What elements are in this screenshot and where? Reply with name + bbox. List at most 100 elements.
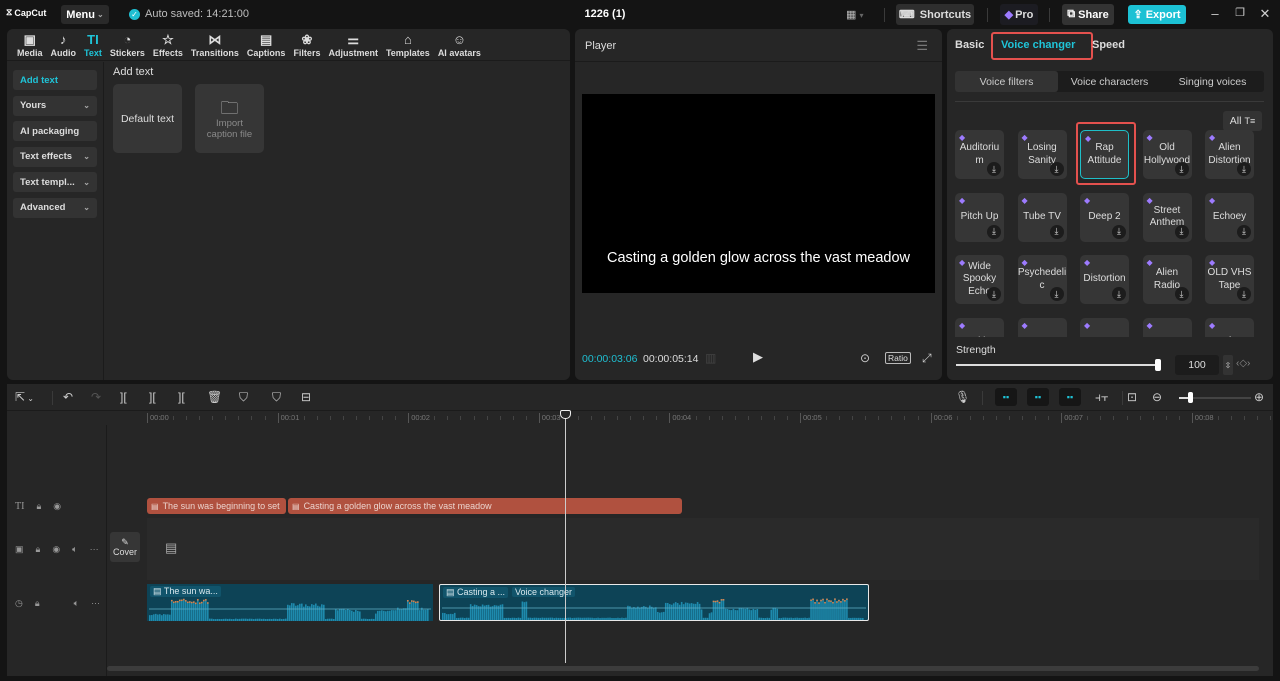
layout-button[interactable]: ▦ ▾	[846, 8, 863, 21]
voice-filter-item[interactable]: ◆ Losing Sanity ⤓	[1017, 130, 1067, 179]
strength-input[interactable]: 100	[1175, 355, 1219, 375]
subnav-advanced[interactable]: Advanced ⌄	[13, 197, 97, 218]
split-left-icon[interactable]: ][	[149, 390, 156, 404]
split-right-icon[interactable]: ][	[178, 390, 185, 404]
time-ruler[interactable]: 00:00 00:01 00:02 00:03 00:04 00:05 00:06 00:07…	[147, 411, 1273, 425]
voice-filter-item[interactable]: ◆ Old Hollywood ⤓	[1142, 130, 1192, 179]
voice-filter-item[interactable]: ◆	[1017, 317, 1067, 337]
menu-button[interactable]: Menu ⌄	[61, 5, 109, 24]
voice-filter-item[interactable]: ◆ Auditoriu m ⤓	[955, 130, 1004, 179]
download-icon[interactable]: ⤓	[1174, 224, 1189, 239]
default-text-card[interactable]: Default text	[113, 84, 182, 153]
voice-filter-item[interactable]: ◆ Interferen	[1205, 317, 1254, 337]
voice-filter-item[interactable]: ◆ Alien Distortion ⤓	[1205, 130, 1254, 179]
text-clip[interactable]: ▤ The sun was beginning to set	[147, 498, 286, 514]
tab-media[interactable]: ▣ Media	[13, 29, 47, 61]
restore-button[interactable]: ❐	[1230, 6, 1250, 19]
download-icon[interactable]: ⤓	[1112, 287, 1126, 301]
download-icon[interactable]: ⤓	[1237, 224, 1251, 239]
voice-filter-item[interactable]: ◆ Alien Radio ⤓	[1142, 255, 1192, 304]
download-icon[interactable]: ⤓	[987, 162, 1001, 176]
keyframe-icon[interactable]: ‹◇›	[1236, 358, 1250, 369]
export-button[interactable]: ⇪ Export	[1128, 5, 1186, 24]
subnav-ai-packaging[interactable]: AI packaging	[13, 121, 97, 141]
shield-icon[interactable]: ⛉	[272, 390, 281, 405]
voice-filter-item[interactable]: ◆ Echoey ⤓	[1205, 192, 1254, 242]
main-video-track[interactable]: ▤	[147, 518, 1259, 580]
shortcuts-button[interactable]: ⌨ Shortcuts	[896, 4, 974, 25]
tab-stickers[interactable]: ◔ Stickers	[106, 29, 149, 61]
delete-icon[interactable]: 🗑	[207, 390, 222, 404]
tab-speed[interactable]: Speed	[1092, 39, 1125, 51]
import-caption-card[interactable]: 🗀 Import caption file	[195, 84, 264, 153]
timeline-scrollbar[interactable]	[107, 666, 1259, 671]
tab-captions[interactable]: ▤ Captions	[243, 29, 290, 61]
download-icon[interactable]: ⤓	[1174, 287, 1189, 301]
download-icon[interactable]: ⤓	[1049, 162, 1064, 176]
lock-icon[interactable]: 🔒︎	[36, 501, 41, 512]
subnav-add-text[interactable]: Add text	[13, 70, 97, 90]
subnav-text-templates[interactable]: Text templ... ⌄	[13, 172, 97, 192]
undo-icon[interactable]: ↶	[63, 390, 73, 404]
main-track-magnet-icon[interactable]: ▪▪	[995, 388, 1017, 406]
hamburger-menu-icon[interactable]: ☰	[916, 38, 928, 54]
download-icon[interactable]: ⤓	[987, 287, 1001, 301]
subnav-text-effects[interactable]: Text effects ⌄	[13, 146, 97, 167]
filter-all-button[interactable]: All T≡	[1223, 111, 1262, 131]
eye-icon[interactable]: ◉	[52, 544, 60, 555]
voice-filter-item[interactable]: ◆ Distortion ⤓	[1080, 255, 1129, 304]
download-icon[interactable]: ⤓	[1049, 224, 1064, 239]
zoom-in-icon[interactable]: ⊕	[1254, 390, 1264, 404]
voice-filter-item[interactable]: ◆	[1142, 317, 1192, 337]
zoom-fit-icon[interactable]: ⊙	[860, 351, 870, 365]
minimize-button[interactable]: –	[1205, 6, 1225, 21]
lock-icon[interactable]: 🔒︎	[36, 544, 41, 555]
more-icon[interactable]: ···	[90, 544, 99, 554]
download-icon[interactable]: ⤓	[1112, 224, 1126, 239]
close-button[interactable]: ✕	[1255, 6, 1275, 22]
fullscreen-icon[interactable]: ⤢	[922, 351, 932, 366]
voice-filter-item[interactable]: ◆ Pitch Up ⤓	[955, 192, 1004, 242]
strength-stepper[interactable]: ⇳	[1223, 355, 1233, 375]
strength-slider-handle[interactable]	[1155, 359, 1161, 371]
cover-button[interactable]: ✎ Cover	[110, 532, 140, 562]
ratio-button[interactable]: Ratio	[885, 352, 911, 364]
voice-filter-item[interactable]: ◆ Wide Spooky Echo ⤓	[955, 255, 1004, 304]
speaker-icon[interactable]: 🔈︎	[74, 598, 79, 609]
audio-clip[interactable]: ▤ The sun wa...	[147, 584, 433, 621]
download-icon[interactable]: ⤓	[1237, 287, 1251, 301]
voice-filter-item[interactable]: ◆ Street Anthem ⤓	[1142, 192, 1192, 242]
voice-filter-item[interactable]: ◆	[1080, 317, 1129, 337]
tab-adjustment[interactable]: ⚌ Adjustment	[324, 29, 382, 61]
more-icon[interactable]: ···	[91, 598, 100, 608]
tab-effects[interactable]: ☆ Effects	[149, 29, 187, 61]
select-tool-icon[interactable]: ⇱ ⌄	[15, 390, 34, 404]
tab-voice-changer[interactable]: Voice changer	[1001, 39, 1075, 51]
download-icon[interactable]: ⤓	[1237, 162, 1251, 176]
tab-basic[interactable]: Basic	[955, 39, 984, 51]
download-icon[interactable]: ⤓	[987, 224, 1001, 239]
text-clip[interactable]: ▤ Casting a golden glow across the vast m…	[288, 498, 682, 514]
tab-audio[interactable]: ♪ Audio	[47, 29, 81, 61]
auto-snap-icon[interactable]: ▪▪	[1027, 388, 1049, 406]
voice-filter-item[interactable]: ◆ Parking	[955, 317, 1004, 337]
tab-filters[interactable]: ❀ Filters	[289, 29, 324, 61]
voice-filter-item[interactable]: ◆ OLD VHS Tape ⤓	[1205, 255, 1254, 304]
voice-filter-item[interactable]: ◆ Tube TV ⤓	[1017, 192, 1067, 242]
zoom-out-icon[interactable]: ⊖	[1152, 390, 1162, 404]
pro-button[interactable]: ◆ Pro	[1000, 4, 1038, 25]
speaker-icon[interactable]: 🔈︎	[72, 544, 77, 555]
tab-ai-avatars[interactable]: ☺ AI avatars	[434, 29, 485, 61]
playhead-handle[interactable]	[559, 410, 571, 419]
strength-slider[interactable]	[956, 364, 1158, 366]
tab-transitions[interactable]: ⋈ Transitions	[187, 29, 243, 61]
linkage-icon[interactable]: ▪▪	[1059, 388, 1081, 406]
microphone-icon[interactable]: 🎙	[955, 390, 970, 404]
playhead[interactable]	[564, 411, 566, 663]
mark-icon[interactable]: ⛉	[239, 390, 248, 405]
subtab-singing-voices[interactable]: Singing voices	[1161, 71, 1264, 92]
video-preview[interactable]: Casting a golden glow across the vast me…	[582, 94, 935, 293]
tab-templates[interactable]: ⌂ Templates	[382, 29, 434, 61]
download-icon[interactable]: ⤓	[1049, 287, 1064, 301]
lock-icon[interactable]: 🔒︎	[35, 598, 40, 609]
